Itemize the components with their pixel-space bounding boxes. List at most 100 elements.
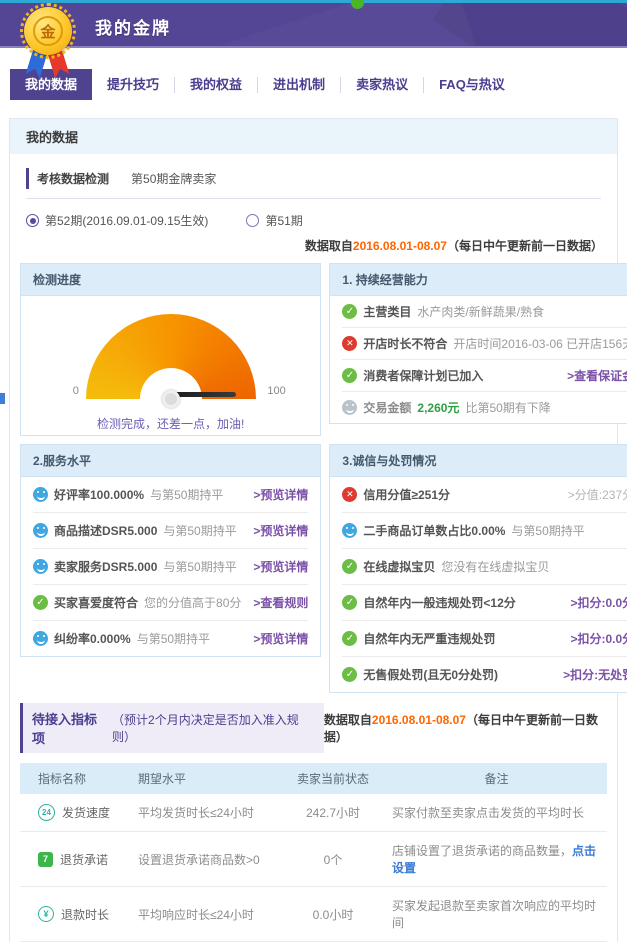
metric-desc: 与第50期持平 [163, 522, 236, 539]
metric-row: 自然年内无严重违规处罚 >扣分:0.0分 [330, 621, 627, 656]
metric-label: 商品描述DSR5.000 [54, 522, 157, 539]
table-header-row: 指标名称 期望水平 卖家当前状态 备注 [20, 763, 607, 794]
metric-row: 开店时长不符合 开店时间2016-03-06 已开店156天 [330, 328, 627, 359]
neutral-face-icon [342, 400, 357, 415]
panel-credit-penalty: 3.诚信与处罚情况 信用分值≥251分 >分值:237分 二手商品订单数占比0.… [329, 444, 627, 693]
metric-label: 纠纷率0.000% [54, 630, 131, 647]
note-prefix: 数据取自 [305, 239, 353, 253]
medal-label: 金 [33, 16, 63, 46]
metric-desc: 您没有在线虚拟宝贝 [441, 558, 549, 575]
medal-circle: 金 [24, 7, 72, 55]
col-current-status: 卖家当前状态 [280, 763, 386, 794]
check-icon [342, 368, 357, 383]
pending-title: 待接入指标项 [32, 709, 106, 747]
tab-seller-discussion[interactable]: 卖家热议 [341, 69, 423, 100]
radio-period-51[interactable]: 第51期 [246, 212, 302, 229]
indicator-name: 退款时长 [61, 906, 109, 923]
deduction-link[interactable]: >扣分:无处罚 [563, 666, 627, 683]
indicator-name: 退货承诺 [60, 851, 108, 868]
metric-desc: 水产肉类/新鲜蔬果/熟食 [417, 303, 544, 320]
radio-selected-icon[interactable] [26, 214, 39, 227]
metric-label: 买家喜爱度符合 [54, 594, 138, 611]
remark-text: 买家付款至卖家点击发货的平均时长 [392, 806, 584, 820]
metric-label: 开店时长不符合 [363, 335, 447, 352]
view-deposit-link[interactable]: >查看保证金 [567, 367, 627, 384]
expected-level: 设置退货承诺商品数>0 [132, 832, 280, 887]
gauge-hub [162, 390, 180, 408]
tab-improve-skills[interactable]: 提升技巧 [92, 69, 174, 100]
main-nav-tabs: 我的数据 提升技巧 我的权益 进出机制 卖家热议 FAQ与热议 [10, 69, 617, 100]
smiley-icon [342, 523, 357, 538]
gauge-max-label: 100 [267, 385, 285, 397]
preview-detail-link[interactable]: >预览详情 [253, 486, 308, 503]
note-date: 2016.08.01-08.07 [372, 713, 466, 727]
metric-desc: 与第50期持平 [150, 486, 223, 503]
subtab-period50-sellers[interactable]: 第50期金牌卖家 [131, 168, 216, 189]
radio-period-52[interactable]: 第52期(2016.09.01-09.15生效) [26, 212, 208, 229]
tab-my-benefits[interactable]: 我的权益 [175, 69, 257, 100]
remark-text: 买家发起退款至卖家首次响应的平均时间 [392, 899, 596, 930]
preview-detail-link[interactable]: >预览详情 [253, 558, 308, 575]
radio-unselected-icon[interactable] [246, 214, 259, 227]
credit-score-value: >分值:237分 [568, 486, 627, 503]
section-title: 我的数据 [10, 119, 617, 154]
page-title: 我的金牌 [95, 14, 171, 39]
pending-indicators-table: 指标名称 期望水平 卖家当前状态 备注 24 发货速度 平均发货时长≤24小时 … [20, 763, 607, 942]
metric-desc: 与第50期持平 [137, 630, 210, 647]
period-selector: 第52期(2016.09.01-09.15生效) 第51期 [26, 212, 601, 229]
main-content: 我的数据 考核数据检测 第50期金牌卖家 第52期(2016.09.01-09.… [9, 118, 618, 942]
metric-row: 消费者保障计划已加入 >查看保证金 [330, 360, 627, 391]
metric-label: 在线虚拟宝贝 [363, 558, 435, 575]
panel1-title: 1. 持续经营能力 [330, 264, 627, 296]
deduction-link[interactable]: >扣分:0.0分 [570, 630, 627, 647]
panel3-title: 3.诚信与处罚情况 [330, 445, 627, 477]
metric-row: 无售假处罚(且无0分处罚) >扣分:无处罚 [330, 657, 627, 692]
page-header: 我的金牌 [0, 3, 627, 46]
deduction-link[interactable]: >扣分:0.0分 [570, 594, 627, 611]
table-row: 24 发货速度 平均发货时长≤24小时 242.7小时 买家付款至卖家点击发货的… [20, 794, 607, 832]
tab-entry-exit-rules[interactable]: 进出机制 [258, 69, 340, 100]
metrics-grid: 检测进度 0 100 检测完成，还差一点，加油! 1. 持续经营能力 主营类目 … [20, 263, 607, 693]
preview-detail-link[interactable]: >预览详情 [253, 522, 308, 539]
metric-row: 主营类目 水产肉类/新鲜蔬果/熟食 [330, 296, 627, 327]
indicator-name: 发货速度 [62, 804, 110, 821]
gauge-min-label: 0 [73, 385, 79, 397]
radio-label: 第52期(2016.09.01-09.15生效) [45, 212, 208, 229]
top-accent-strip [0, 0, 627, 3]
metric-row: 商品描述DSR5.000 与第50期持平 >预览详情 [21, 513, 320, 548]
sub-tabs: 考核数据检测 第50期金牌卖家 [26, 168, 601, 199]
metric-row: 买家喜爱度符合 您的分值高于80分 >查看规则 [21, 585, 320, 620]
panel-progress-title: 检测进度 [21, 264, 320, 296]
subtab-assessment-check[interactable]: 考核数据检测 [26, 168, 109, 189]
metric-row: 纠纷率0.000% 与第50期持平 >预览详情 [21, 621, 320, 656]
progress-gauge: 0 100 检测完成，还差一点，加油! [21, 314, 320, 435]
metric-desc: 与第50期持平 [163, 558, 236, 575]
smiley-icon [33, 523, 48, 538]
metric-label: 无售假处罚(且无0分处罚) [363, 666, 498, 683]
remark-text: 店铺设置了退货承诺的商品数量， [392, 844, 572, 858]
tab-faq[interactable]: FAQ与热议 [424, 69, 520, 100]
cross-icon [342, 487, 357, 502]
metric-label: 自然年内无严重违规处罚 [363, 630, 495, 647]
table-row: ¥ 退款时长 平均响应时长≤24小时 0.0小时 买家发起退款至卖家首次响应的平… [20, 887, 607, 942]
metric-label: 交易金额 [363, 399, 411, 416]
table-row: 7 退货承诺 设置退货承诺商品数>0 0个 店铺设置了退货承诺的商品数量，点击设… [20, 832, 607, 887]
preview-detail-link[interactable]: >预览详情 [253, 630, 308, 647]
metric-label: 主营类目 [363, 303, 411, 320]
metric-label: 自然年内一般违规处罚<12分 [363, 594, 515, 611]
note-date: 2016.08.01-08.07 [353, 239, 447, 253]
current-status: 242.7小时 [280, 794, 386, 832]
metric-label: 信用分值≥251分 [363, 486, 450, 503]
data-source-note: 数据取自2016.08.01-08.07（每日中午更新前一日数据） [324, 711, 607, 745]
col-remark: 备注 [386, 763, 607, 794]
check-icon [33, 595, 48, 610]
metric-desc: 开店时间2016-03-06 已开店156天 [453, 335, 627, 352]
check-icon [342, 631, 357, 646]
gold-medal-icon: 金 [17, 4, 79, 84]
view-rules-link[interactable]: >查看规则 [253, 594, 308, 611]
clock-24-icon: 24 [38, 804, 55, 821]
metric-row: 自然年内一般违规处罚<12分 >扣分:0.0分 [330, 585, 627, 620]
check-icon [342, 667, 357, 682]
metric-row: 卖家服务DSR5.000 与第50期持平 >预览详情 [21, 549, 320, 584]
gauge-caption: 检测完成，还差一点，加油! [21, 415, 320, 432]
